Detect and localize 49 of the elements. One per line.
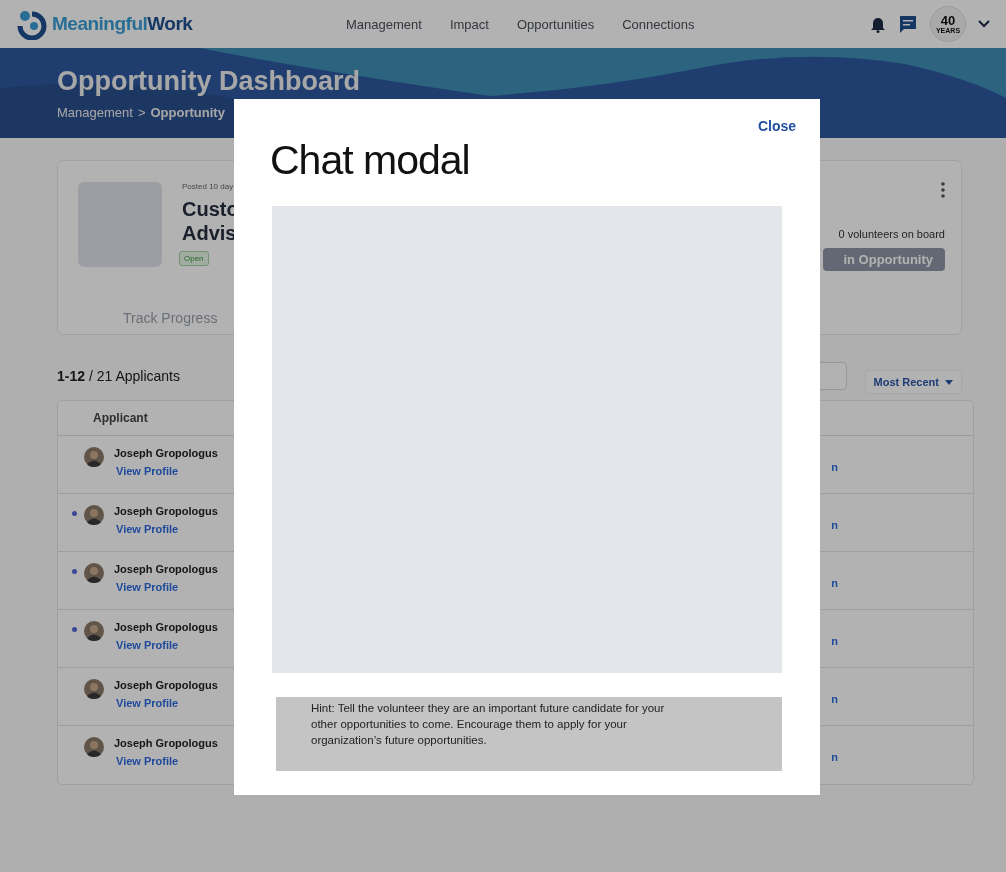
caret-icon bbox=[945, 379, 953, 385]
avatar bbox=[84, 447, 104, 467]
applicant-name: Joseph Gropologus bbox=[114, 737, 218, 749]
view-profile-link[interactable]: View Profile bbox=[116, 755, 179, 767]
column-header: Applicant bbox=[93, 411, 148, 425]
more-icon[interactable] bbox=[941, 182, 945, 198]
nav-link[interactable]: Management bbox=[346, 16, 422, 32]
avatar bbox=[84, 505, 104, 525]
sort-dropdown[interactable]: Most Recent bbox=[864, 370, 962, 394]
avatar bbox=[84, 563, 104, 583]
view-profile-link[interactable]: View Profile bbox=[116, 697, 179, 709]
applicant-name: Joseph Gropologus bbox=[114, 505, 218, 517]
logo-icon bbox=[16, 8, 48, 40]
logo-text: MeaningfulWork bbox=[52, 13, 193, 35]
nav-link[interactable]: Connections bbox=[622, 16, 695, 32]
row-link[interactable]: n bbox=[831, 519, 838, 531]
view-profile-link[interactable]: View Profile bbox=[116, 639, 179, 651]
breadcrumb-separator: > bbox=[137, 105, 146, 120]
row-link[interactable]: n bbox=[831, 461, 838, 473]
applicant-name: Joseph Gropologus bbox=[114, 679, 218, 691]
status-tag: Open bbox=[179, 251, 209, 266]
view-profile-link[interactable]: View Profile bbox=[116, 523, 179, 535]
volunteer-count: 0 volunteers on board bbox=[838, 228, 945, 240]
close-button[interactable]: Close bbox=[757, 118, 796, 134]
posted-date: Posted 10 day bbox=[182, 182, 234, 191]
view-profile-link[interactable]: View Profile bbox=[116, 581, 179, 593]
row-link[interactable]: n bbox=[831, 693, 838, 705]
applicant-name: Joseph Gropologus bbox=[114, 621, 218, 633]
row-link[interactable]: n bbox=[831, 577, 838, 589]
page-title: Opportunity Dashboard bbox=[57, 66, 361, 97]
nav-link[interactable]: Impact bbox=[449, 16, 489, 32]
view-profile-link[interactable]: View Profile bbox=[116, 465, 179, 477]
avatar bbox=[84, 737, 104, 757]
modal-title: Chat modal bbox=[270, 137, 471, 184]
avatar bbox=[84, 679, 104, 699]
chat-icon[interactable] bbox=[898, 14, 918, 34]
bell-icon[interactable] bbox=[870, 15, 886, 33]
applicant-count: 1-12 / 21 Applicants bbox=[57, 368, 180, 384]
applicant-name: Joseph Gropologus bbox=[114, 447, 218, 459]
row-link[interactable]: n bbox=[831, 751, 838, 763]
applicant-name: Joseph Gropologus bbox=[114, 563, 218, 575]
row-link[interactable]: n bbox=[831, 635, 838, 647]
opportunity-button[interactable]: in Opportunity bbox=[823, 248, 945, 271]
chevron-down-icon[interactable] bbox=[978, 20, 990, 28]
nav-link[interactable]: Opportunities bbox=[516, 16, 595, 32]
breadcrumb-link[interactable]: Opportunity bbox=[150, 105, 225, 120]
breadcrumb-link[interactable]: Management bbox=[57, 105, 133, 120]
hint-text: Hint: Tell the volunteer they are an important future candidate for your other opportunities to come. Encourage them to apply for your organization’s future opportunities. bbox=[311, 701, 666, 748]
avatar bbox=[84, 621, 104, 641]
